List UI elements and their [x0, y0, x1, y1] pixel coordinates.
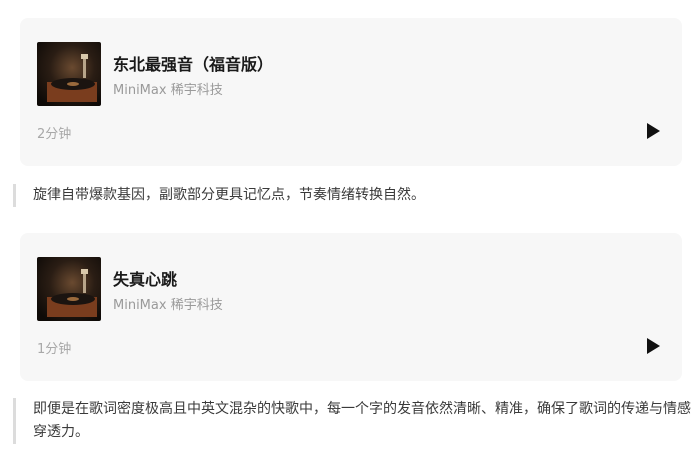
play-icon [647, 338, 660, 354]
song-title: 失真心跳 [113, 270, 178, 289]
play-button[interactable] [644, 337, 662, 355]
comment-text: 旋律自带爆款基因，副歌部分更具记忆点，节奏情绪转换自然。 [13, 184, 699, 207]
comment-text: 即便是在歌词密度极高且中英文混杂的快歌中，每一个字的发音依然清晰、精准，确保了歌… [13, 398, 699, 444]
album-cover-image [37, 42, 101, 106]
song-artist: MiniMax 稀宇科技 [113, 83, 223, 98]
play-icon [647, 123, 660, 139]
song-duration: 2分钟 [37, 127, 72, 142]
album-cover-image [37, 257, 101, 321]
song-title: 东北最强音（福音版） [113, 55, 274, 74]
play-button[interactable] [644, 122, 662, 140]
song-duration: 1分钟 [37, 342, 72, 357]
song-card[interactable]: 东北最强音（福音版） MiniMax 稀宇科技 2分钟 [20, 18, 682, 166]
vinyl-record-player-icon [37, 42, 101, 106]
song-card[interactable]: 失真心跳 MiniMax 稀宇科技 1分钟 [20, 233, 682, 381]
song-artist: MiniMax 稀宇科技 [113, 298, 223, 313]
vinyl-record-player-icon [37, 257, 101, 321]
